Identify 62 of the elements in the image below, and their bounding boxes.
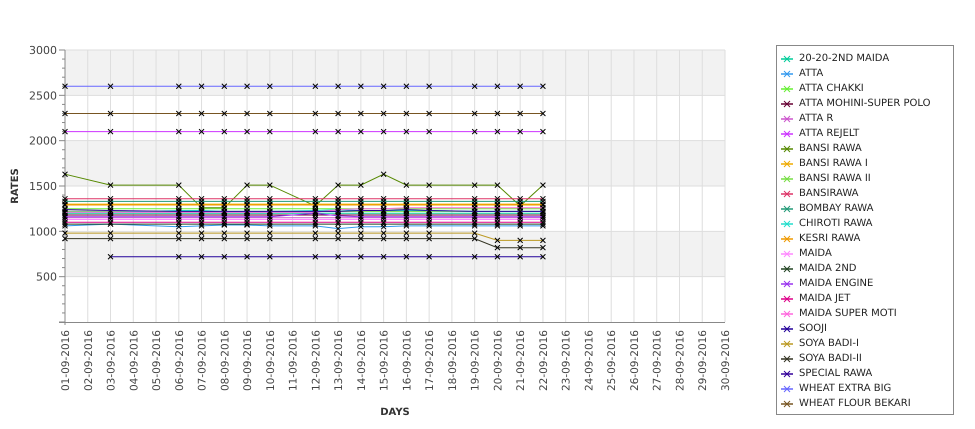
x-tick-label: 23-09-2016: [560, 330, 573, 392]
legend-label: MAIDA 2ND: [799, 264, 857, 274]
legend-label: MAIDA ENGINE: [799, 278, 874, 288]
x-tick-label: 14-09-2016: [356, 330, 368, 392]
legend-label: BANSI RAWA: [799, 144, 862, 154]
legend-label: SOOJI: [799, 324, 827, 334]
legend-label: KESRI RAWA: [799, 234, 860, 244]
x-tick-label: 04-09-2016: [128, 330, 140, 392]
legend-label: ATTA MOHINI-SUPER POLO: [799, 98, 930, 108]
legend-label: ATTA CHAKKI: [799, 84, 864, 94]
legend-label: MAIDA SUPER MOTI: [799, 308, 897, 318]
legend-label: WHEAT EXTRA BIG: [799, 384, 892, 394]
x-tick-label: 03-09-2016: [106, 330, 118, 392]
x-tick-label: 30-09-2016: [720, 330, 732, 392]
x-tick-label: 02-09-2016: [82, 330, 95, 392]
x-tick-label: 09-09-2016: [242, 330, 254, 392]
y-axis-title: RATES: [10, 168, 21, 204]
y-tick-label: 2000: [29, 134, 57, 148]
x-tick-label: 24-09-2016: [583, 330, 596, 392]
y-tick-label: 500: [36, 270, 57, 284]
legend-label: MAIDA: [799, 248, 832, 258]
x-tick-label: 15-09-2016: [378, 330, 391, 392]
x-tick-label: 19-09-2016: [470, 330, 482, 392]
x-tick-label: 21-09-2016: [515, 330, 528, 392]
x-tick-label: 10-09-2016: [264, 330, 277, 392]
legend-label: CHIROTI RAWA: [799, 218, 873, 228]
x-tick-label: 25-09-2016: [606, 330, 618, 392]
legend-label: SOYA BADI-II: [799, 354, 862, 364]
x-tick-label: 06-09-2016: [174, 330, 186, 392]
legend-label: ATTA: [799, 68, 824, 78]
x-tick-label: 20-09-2016: [492, 330, 504, 392]
x-tick-label: 22-09-2016: [538, 330, 550, 392]
y-tick-label: 1500: [29, 180, 57, 193]
legend-label: BOMBAY RAWA: [799, 204, 874, 214]
x-tick-label: 16-09-2016: [401, 330, 414, 392]
legend-label: SPECIAL RAWA: [799, 368, 872, 378]
legend-label: ATTA REJELT: [799, 128, 860, 138]
x-tick-label: 26-09-2016: [628, 330, 641, 392]
legend-label: WHEAT FLOUR BEKARI: [799, 398, 911, 408]
legend-label: MAIDA JET: [799, 294, 850, 304]
x-tick-label: 11-09-2016: [288, 330, 300, 392]
x-tick-label: 07-09-2016: [196, 330, 209, 392]
x-tick-label: 27-09-2016: [652, 330, 664, 392]
x-tick-label: 12-09-2016: [310, 330, 322, 392]
x-tick-label: 17-09-2016: [424, 330, 436, 392]
x-axis-title: DAYS: [380, 407, 410, 418]
legend-label: SOYA BADI-I: [799, 338, 859, 348]
legend-label: ATTA R: [799, 114, 834, 124]
x-tick-label: 28-09-2016: [674, 330, 686, 392]
x-tick-label: 05-09-2016: [151, 330, 164, 392]
x-tick-label: 01-09-2016: [60, 330, 72, 392]
legend-label: BANSI RAWA I: [799, 158, 868, 168]
legend-label: 20-20-2ND MAIDA: [799, 54, 890, 64]
x-tick-label: 13-09-2016: [333, 330, 346, 392]
legend-label: BANSIRAWA: [799, 188, 858, 198]
legend-label: BANSI RAWA II: [799, 174, 871, 184]
x-tick-label: 18-09-2016: [446, 330, 459, 392]
x-tick-label: 08-09-2016: [219, 330, 232, 392]
y-tick-label: 3000: [29, 44, 57, 57]
x-tick-label: 29-09-2016: [697, 330, 710, 392]
y-tick-label: 2500: [29, 89, 57, 102]
y-tick-label: 1000: [29, 225, 57, 238]
